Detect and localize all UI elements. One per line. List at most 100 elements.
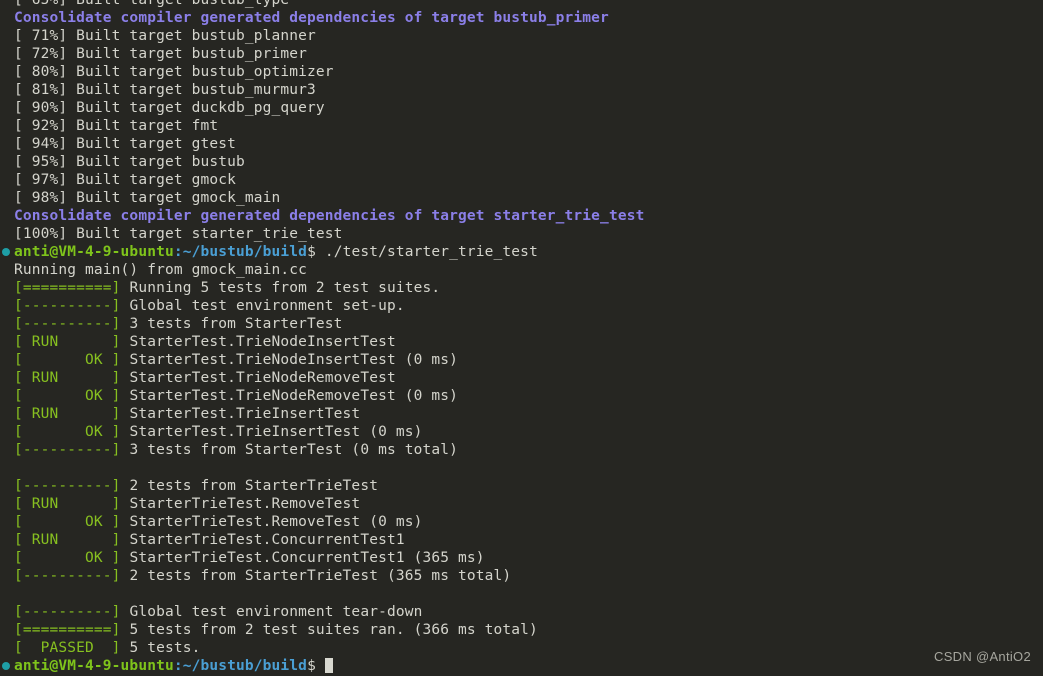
cmake-built-target-message: [ 90%] Built target duckdb_pg_query — [14, 100, 325, 116]
gtest-message: 5 tests. — [120, 640, 201, 656]
gtest-output-line: [ OK ] StarterTest.TrieNodeInsertTest (0… — [0, 351, 1043, 369]
build-output-line: [ 80%] Built target bustub_optimizer — [0, 63, 1043, 81]
cmake-built-target-message: [ 97%] Built target gmock — [14, 172, 236, 188]
gtest-status-tag: [ OK ] — [14, 550, 121, 566]
gtest-status-tag: [ RUN ] — [14, 532, 121, 548]
gtest-status-tag: [----------] — [14, 316, 121, 332]
gtest-output-line: [ OK ] StarterTest.TrieInsertTest (0 ms) — [0, 423, 1043, 441]
text-cursor — [324, 658, 333, 673]
cmake-built-target-message: [ 80%] Built target bustub_optimizer — [14, 64, 334, 80]
gtest-message: Running 5 tests from 2 test suites. — [120, 280, 441, 296]
gtest-message: StarterTrieTest.ConcurrentTest1 — [120, 532, 405, 548]
gtest-status-tag: [ OK ] — [14, 352, 121, 368]
shell-prompt-line-active[interactable]: anti@VM-4-9-ubuntu:~/bustub/build$ — [0, 657, 1043, 675]
gtest-output-line: [----------] Global test environment tea… — [0, 603, 1043, 621]
cmake-built-target-message: [ 81%] Built target bustub_murmur3 — [14, 82, 316, 98]
gtest-message: StarterTrieTest.RemoveTest (0 ms) — [120, 514, 423, 530]
cmake-built-target-message: [ 72%] Built target bustub_primer — [14, 46, 308, 62]
cmake-consolidate-message: Consolidate compiler generated dependenc… — [14, 208, 645, 224]
gtest-status-tag: [ RUN ] — [14, 370, 121, 386]
prompt-user-host: anti@VM-4-9-ubuntu — [14, 658, 174, 674]
gtest-output-line: [ OK ] StarterTrieTest.ConcurrentTest1 (… — [0, 549, 1043, 567]
prompt-command: ./test/starter_trie_test — [315, 244, 538, 260]
gtest-output-line: [ PASSED ] 5 tests. — [0, 639, 1043, 657]
gtest-message: StarterTest.TrieNodeInsertTest — [120, 334, 396, 350]
gtest-message: 2 tests from StarterTrieTest (365 ms tot… — [120, 568, 512, 584]
gtest-status-tag: [==========] — [14, 280, 121, 296]
gtest-message: StarterTest.TrieNodeRemoveTest (0 ms) — [120, 388, 458, 404]
gtest-output-line: [ OK ] StarterTrieTest.RemoveTest (0 ms) — [0, 513, 1043, 531]
build-output-line: [ 65%] Built target bustub_type — [0, 0, 1043, 9]
gtest-message: StarterTest.TrieNodeInsertTest (0 ms) — [120, 352, 458, 368]
gtest-status-tag: [ PASSED ] — [14, 640, 121, 656]
gtest-message: 2 tests from StarterTrieTest — [120, 478, 379, 494]
prompt-sigil: $ — [307, 244, 316, 260]
gtest-output-line: [----------] Global test environment set… — [0, 297, 1043, 315]
build-output-line: [ 98%] Built target gmock_main — [0, 189, 1043, 207]
gtest-status-tag: [ OK ] — [14, 388, 121, 404]
build-output-line: [100%] Built target starter_trie_test — [0, 225, 1043, 243]
gtest-status-tag: [ OK ] — [14, 514, 121, 530]
cmake-built-target-message: [ 98%] Built target gmock_main — [14, 190, 281, 206]
terminal-output: [ 65%] Built target bustub_type Consolida… — [0, 0, 1043, 675]
gtest-output-line: [ RUN ] StarterTest.TrieNodeRemoveTest — [0, 369, 1043, 387]
cmake-built-target-message: [ 94%] Built target gtest — [14, 136, 236, 152]
gtest-message: StarterTest.TrieNodeRemoveTest — [120, 370, 396, 386]
gtest-message: StarterTrieTest.RemoveTest — [120, 496, 361, 512]
gtest-status-tag: [----------] — [14, 604, 121, 620]
gtest-status-tag: [==========] — [14, 622, 121, 638]
cmake-built-target-message: [ 71%] Built target bustub_planner — [14, 28, 316, 44]
gtest-output-line: [==========] 5 tests from 2 test suites … — [0, 621, 1043, 639]
build-output-line: [ 90%] Built target duckdb_pg_query — [0, 99, 1043, 117]
gtest-message: StarterTest.TrieInsertTest (0 ms) — [120, 424, 423, 440]
gtest-message: 3 tests from StarterTest (0 ms total) — [120, 442, 458, 458]
build-output-line: [ 97%] Built target gmock — [0, 171, 1043, 189]
cmake-built-target-message: [ 95%] Built target bustub — [14, 154, 245, 170]
cmake-built-target-message: [100%] Built target starter_trie_test — [14, 226, 343, 242]
terminal-window[interactable]: [ 65%] Built target bustub_type Consolida… — [0, 0, 1043, 676]
gtest-message: 5 tests from 2 test suites ran. (366 ms … — [120, 622, 538, 638]
gtest-output-line: [----------] 2 tests from StarterTrieTes… — [0, 477, 1043, 495]
gtest-status-tag: [----------] — [14, 298, 121, 314]
gtest-message: 3 tests from StarterTest — [120, 316, 343, 332]
build-output-line: [ 95%] Built target bustub — [0, 153, 1043, 171]
prompt-separator: : — [173, 244, 183, 260]
gtest-message: Global test environment set-up. — [120, 298, 405, 314]
cmake-built-target-message: [ 65%] Built target bustub_type — [14, 0, 290, 8]
build-output-line: [ 71%] Built target bustub_planner — [0, 27, 1043, 45]
prompt-marker-dot — [2, 662, 10, 670]
prompt-marker-dot — [2, 248, 10, 256]
prompt-path: ~/bustub/build — [182, 658, 308, 674]
build-output-line: Consolidate compiler generated dependenc… — [0, 207, 1043, 225]
shell-prompt-line[interactable]: anti@VM-4-9-ubuntu:~/bustub/build$ ./tes… — [0, 243, 1043, 261]
gtest-status-tag: [----------] — [14, 568, 121, 584]
build-output-line: [ 81%] Built target bustub_murmur3 — [0, 81, 1043, 99]
gtest-status-tag: [----------] — [14, 478, 121, 494]
build-output-line: [ 92%] Built target fmt — [0, 117, 1043, 135]
watermark-label: CSDN @AntiO2 — [934, 649, 1031, 664]
cmake-built-target-message: [ 92%] Built target fmt — [14, 118, 219, 134]
build-output-line: [ 94%] Built target gtest — [0, 135, 1043, 153]
gtest-output-line: [----------] 2 tests from StarterTrieTes… — [0, 567, 1043, 585]
prompt-user-host: anti@VM-4-9-ubuntu — [14, 244, 174, 260]
gtest-status-tag: [ RUN ] — [14, 406, 121, 422]
cmake-consolidate-message: Consolidate compiler generated dependenc… — [14, 10, 609, 26]
gtest-message: Global test environment tear-down — [120, 604, 423, 620]
cmake-built-target-message: Running main() from gmock_main.cc — [14, 262, 308, 278]
build-output-line: Consolidate compiler generated dependenc… — [0, 9, 1043, 27]
gtest-message: StarterTrieTest.ConcurrentTest1 (365 ms) — [120, 550, 485, 566]
gtest-status-tag: [ RUN ] — [14, 496, 121, 512]
gtest-status-tag: [----------] — [14, 442, 121, 458]
gtest-output-line: [ OK ] StarterTest.TrieNodeRemoveTest (0… — [0, 387, 1043, 405]
gtest-status-tag: [ OK ] — [14, 424, 121, 440]
build-output-line: Running main() from gmock_main.cc — [0, 261, 1043, 279]
gtest-output-line: [ RUN ] StarterTrieTest.RemoveTest — [0, 495, 1043, 513]
gtest-output-line: [ RUN ] StarterTest.TrieNodeInsertTest — [0, 333, 1043, 351]
prompt-path: ~/bustub/build — [182, 244, 308, 260]
gtest-status-tag: [ RUN ] — [14, 334, 121, 350]
gtest-output-line: [==========] Running 5 tests from 2 test… — [0, 279, 1043, 297]
prompt-sigil: $ — [307, 658, 325, 674]
gtest-message: StarterTest.TrieInsertTest — [120, 406, 361, 422]
